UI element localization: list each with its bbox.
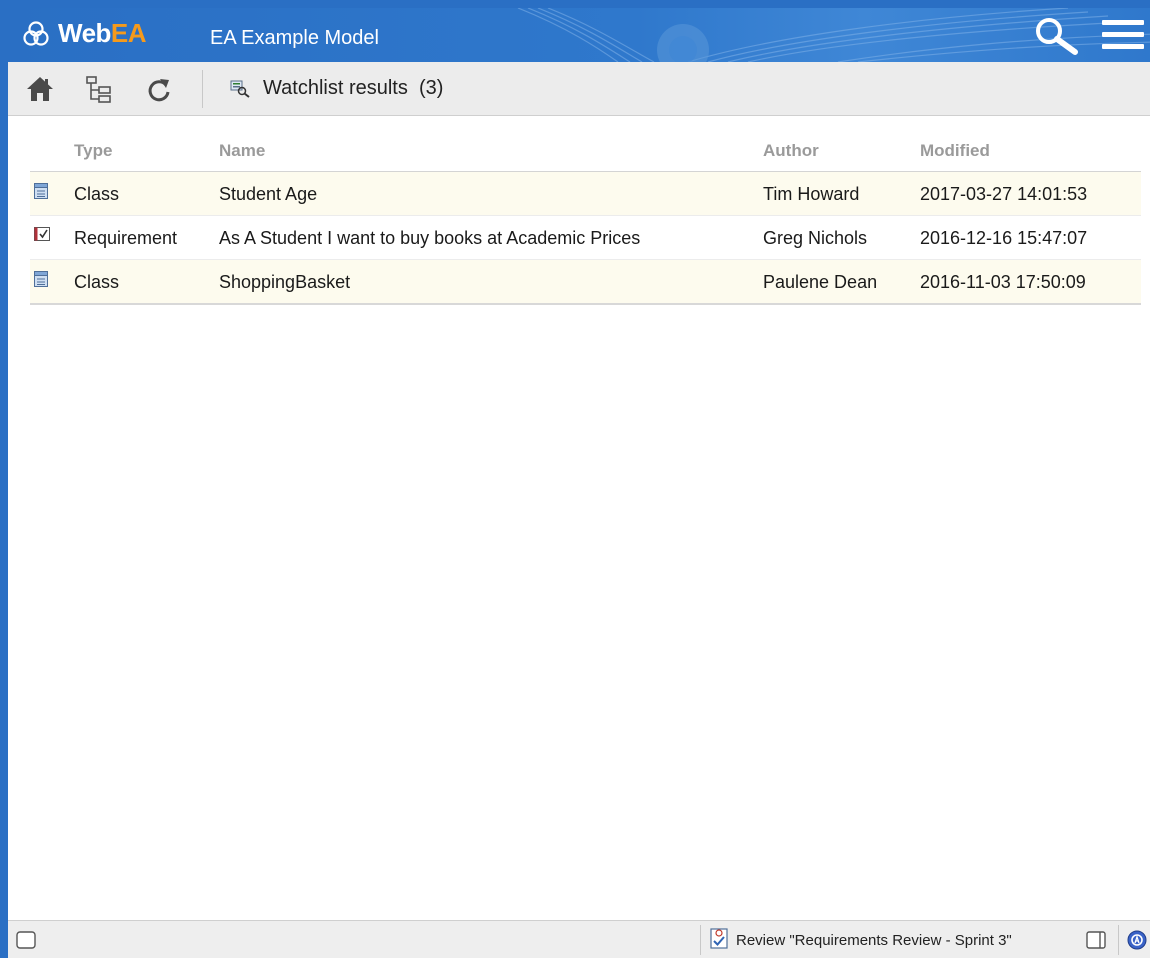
browser-tree-button[interactable] bbox=[86, 76, 112, 109]
cell-author: Tim Howard bbox=[763, 184, 860, 204]
column-header-type[interactable]: Type bbox=[74, 141, 112, 161]
class-icon bbox=[34, 271, 48, 292]
cell-type: Class bbox=[74, 184, 120, 204]
status-bar: Review "Requirements Review - Sprint 3" bbox=[8, 920, 1150, 958]
watchlist-icon bbox=[230, 80, 250, 98]
review-icon bbox=[710, 928, 728, 949]
cell-modified: 2016-12-16 15:47:07 bbox=[920, 228, 1088, 248]
watchlist-count: (3) bbox=[418, 77, 444, 99]
properties-panel-toggle-button[interactable] bbox=[1086, 931, 1106, 954]
main-menu-button[interactable] bbox=[1102, 20, 1144, 55]
class-icon bbox=[34, 183, 48, 204]
cell-name[interactable]: ShoppingBasket bbox=[219, 272, 350, 293]
hamburger-menu-icon bbox=[1102, 20, 1144, 49]
watchlist-icon-wrap bbox=[230, 80, 252, 103]
tree-icon bbox=[86, 76, 111, 103]
watchlist-title-text: Watchlist results bbox=[263, 77, 408, 99]
column-header-author[interactable]: Author bbox=[763, 141, 819, 161]
cell-author: Greg Nichols bbox=[763, 228, 868, 248]
user-avatar-icon bbox=[1127, 930, 1147, 950]
current-review-link[interactable]: Review "Requirements Review - Sprint 3" bbox=[736, 932, 1012, 949]
review-icon-wrap bbox=[710, 927, 728, 954]
user-button[interactable] bbox=[1127, 930, 1147, 955]
refresh-button[interactable] bbox=[146, 76, 172, 109]
table-row[interactable]: Requirement As A Student I want to buy b… bbox=[30, 216, 1141, 260]
home-button[interactable] bbox=[26, 76, 54, 107]
logo-text-web: Web bbox=[58, 18, 111, 48]
column-header-name[interactable]: Name bbox=[219, 141, 265, 161]
logo-icon bbox=[23, 20, 49, 46]
navigator-toggle-button[interactable] bbox=[16, 931, 36, 954]
watchlist-table: Type Name Author Modified Class Student … bbox=[30, 115, 1141, 305]
watchlist-title: Watchlist results (3) bbox=[263, 77, 443, 100]
cell-name[interactable]: As A Student I want to buy books at Acad… bbox=[219, 228, 640, 249]
webea-logo[interactable]: Web EA bbox=[22, 18, 147, 49]
requirement-icon bbox=[34, 227, 50, 246]
cell-author: Paulene Dean bbox=[763, 272, 878, 292]
table-header: Type Name Author Modified bbox=[30, 115, 1141, 172]
toolbar-divider bbox=[202, 70, 203, 108]
home-icon bbox=[27, 77, 53, 101]
column-header-modified[interactable]: Modified bbox=[920, 141, 990, 161]
cell-modified: 2017-03-27 14:01:53 bbox=[920, 184, 1088, 204]
status-divider bbox=[1118, 925, 1119, 955]
status-divider bbox=[700, 925, 701, 955]
app-header: Web EA EA Example Model bbox=[8, 8, 1150, 62]
panel-toggle-icon bbox=[16, 931, 36, 949]
cell-type: Class bbox=[74, 272, 120, 292]
cell-modified: 2016-11-03 17:50:09 bbox=[920, 272, 1086, 292]
cell-name[interactable]: Student Age bbox=[219, 184, 317, 205]
search-button[interactable] bbox=[1033, 16, 1079, 61]
table-row[interactable]: Class Student Age Tim Howard 2017-03-27 … bbox=[30, 172, 1141, 216]
search-icon bbox=[1036, 18, 1078, 55]
logo-text-ea: EA bbox=[110, 18, 147, 48]
table-row[interactable]: Class ShoppingBasket Paulene Dean 2016-1… bbox=[30, 260, 1141, 305]
app-window: Web EA EA Example Model Watchlist result… bbox=[8, 8, 1150, 958]
refresh-icon bbox=[148, 79, 170, 102]
model-title: EA Example Model bbox=[210, 27, 379, 49]
cell-type: Requirement bbox=[74, 228, 178, 248]
toolbar: Watchlist results (3) bbox=[8, 62, 1150, 116]
panel-right-icon bbox=[1086, 931, 1106, 949]
